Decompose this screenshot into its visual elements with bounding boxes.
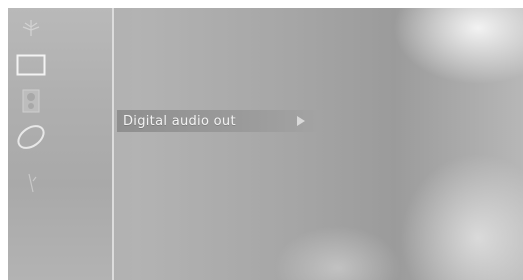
tv-menu-screen: Digital audio out (8, 8, 523, 280)
menu-item-digital-audio-out[interactable]: Digital audio out (117, 110, 317, 132)
disc-icon[interactable] (14, 122, 48, 152)
menu-sidebar (8, 8, 114, 280)
submenu-arrow-icon (297, 116, 305, 126)
picture-icon[interactable] (14, 50, 48, 80)
features-icon[interactable] (14, 168, 48, 198)
menu-item-label: Digital audio out (123, 113, 236, 129)
speaker-icon[interactable] (14, 86, 48, 116)
antenna-icon[interactable] (14, 12, 48, 42)
